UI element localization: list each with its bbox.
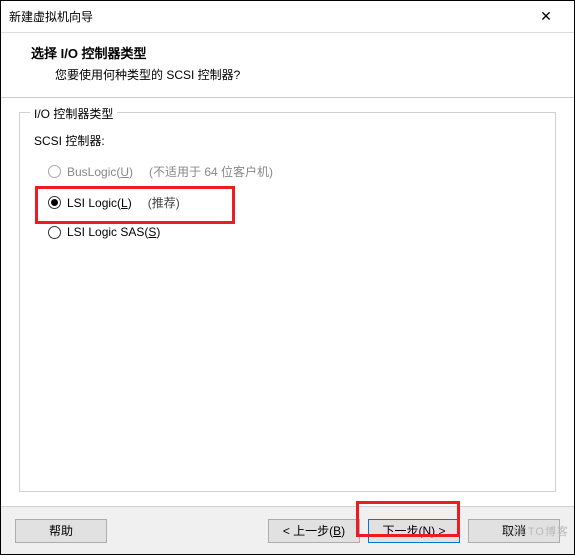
annotation-highlight-next (356, 501, 460, 537)
window-title: 新建虚拟机向导 (9, 8, 93, 25)
close-button[interactable]: ✕ (526, 3, 566, 31)
radio-label-buslogic: BusLogic(U) (67, 165, 133, 179)
radio-note-buslogic: (不适用于 64 位客户机) (149, 163, 273, 180)
radio-option-buslogic: BusLogic(U) (不适用于 64 位客户机) (34, 163, 541, 180)
wizard-dialog: 新建虚拟机向导 ✕ 选择 I/O 控制器类型 您要使用何种类型的 SCSI 控制… (0, 0, 575, 555)
fieldset-legend: I/O 控制器类型 (30, 105, 117, 122)
radio-icon (48, 165, 61, 178)
radio-label-lsisas: LSI Logic SAS(S) (67, 225, 160, 239)
scsi-controller-label: SCSI 控制器: (34, 132, 541, 149)
cancel-button[interactable]: 取消 (468, 519, 560, 543)
header-description: 您要使用何种类型的 SCSI 控制器? (31, 66, 554, 83)
header-title: 选择 I/O 控制器类型 (31, 43, 554, 62)
io-controller-fieldset: I/O 控制器类型 SCSI 控制器: BusLogic(U) (不适用于 64… (19, 112, 556, 492)
annotation-highlight-option (35, 186, 235, 224)
wizard-header: 选择 I/O 控制器类型 您要使用何种类型的 SCSI 控制器? (1, 33, 574, 98)
wizard-footer: 帮助 < 上一步(B) 下一步(N) > 取消 (1, 506, 574, 554)
close-icon: ✕ (540, 8, 552, 25)
titlebar: 新建虚拟机向导 ✕ (1, 1, 574, 33)
help-button[interactable]: 帮助 (15, 519, 107, 543)
radio-option-lsisas[interactable]: LSI Logic SAS(S) (34, 225, 541, 239)
radio-icon (48, 226, 61, 239)
back-button[interactable]: < 上一步(B) (268, 519, 360, 543)
content-area: I/O 控制器类型 SCSI 控制器: BusLogic(U) (不适用于 64… (1, 98, 574, 506)
